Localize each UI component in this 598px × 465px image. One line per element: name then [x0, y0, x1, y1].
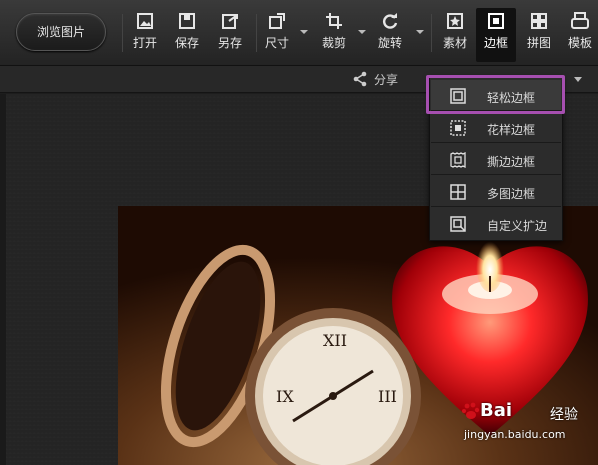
menu-item-multi-image-frame[interactable]: 多图边框	[431, 176, 561, 207]
rotate-dropdown-caret[interactable]	[416, 30, 424, 34]
open-button[interactable]: 打开	[126, 12, 164, 58]
size-label: 尺寸	[264, 36, 289, 50]
toolbar-separator	[431, 14, 432, 52]
material-label: 素材	[442, 36, 467, 50]
collage-label: 拼图	[526, 36, 551, 50]
template-button[interactable]: 模板	[561, 12, 598, 58]
resize-icon	[269, 13, 285, 29]
main-toolbar: 浏览图片 打开 保存 另存 尺寸 裁剪 旋转 素材 边框 拼图 模板	[0, 0, 598, 66]
watermark-brand: Bai	[480, 400, 513, 421]
multi-image-frame-icon	[450, 184, 466, 200]
rotate-label: 旋转	[377, 36, 402, 50]
crop-dropdown-caret[interactable]	[358, 30, 366, 34]
grid-icon	[531, 13, 547, 29]
menu-item-label: 多图边框	[487, 187, 536, 201]
menu-item-custom-extend[interactable]: 自定义扩边	[431, 208, 561, 239]
menu-item-label: 自定义扩边	[487, 219, 548, 233]
custom-extend-icon	[450, 216, 466, 232]
svg-text:III: III	[378, 387, 397, 406]
template-icon	[571, 12, 589, 29]
save-label: 保存	[174, 36, 199, 50]
menu-item-label: 花样边框	[487, 123, 536, 137]
open-image-icon	[137, 13, 153, 29]
share-button[interactable]: 分享	[352, 71, 398, 88]
pattern-frame-icon	[450, 120, 466, 136]
save-icon	[179, 13, 195, 29]
border-label: 边框	[483, 36, 508, 50]
menu-item-label: 撕边边框	[487, 155, 536, 169]
save-as-icon	[222, 14, 238, 29]
crop-button[interactable]: 裁剪	[315, 12, 353, 58]
border-button[interactable]: 边框	[476, 8, 516, 62]
selection-highlight-box	[426, 75, 565, 114]
size-button[interactable]: 尺寸	[258, 12, 296, 58]
more-dropdown-caret[interactable]	[574, 77, 582, 82]
menu-item-torn-frame[interactable]: 撕边边框	[431, 144, 561, 175]
watermark-brand-suffix: 经验	[550, 407, 578, 423]
open-label: 打开	[132, 36, 157, 50]
rotate-icon	[383, 13, 398, 29]
watermark-url: jingyan.baidu.com	[464, 428, 566, 441]
baidu-watermark: Bai 经验 jingyan.baidu.com	[458, 398, 598, 460]
svg-text:IX: IX	[276, 387, 294, 406]
toolbar-separator	[122, 14, 123, 52]
crop-icon	[326, 13, 342, 29]
collage-button[interactable]: 拼图	[520, 12, 558, 58]
size-dropdown-caret[interactable]	[300, 30, 308, 34]
share-label: 分享	[374, 73, 399, 87]
save-button[interactable]: 保存	[168, 12, 206, 58]
frame-icon	[488, 13, 504, 29]
star-icon	[447, 13, 463, 29]
torn-frame-icon	[450, 152, 466, 168]
material-button[interactable]: 素材	[436, 12, 474, 58]
crop-label: 裁剪	[321, 36, 346, 50]
template-label: 模板	[567, 36, 592, 50]
baidu-paw-icon	[462, 402, 480, 419]
save-as-label: 另存	[217, 36, 242, 50]
menu-item-pattern-frame[interactable]: 花样边框	[431, 112, 561, 143]
save-as-button[interactable]: 另存	[211, 12, 249, 58]
toolbar-separator	[256, 14, 257, 52]
rotate-button[interactable]: 旋转	[371, 12, 409, 58]
share-icon	[353, 71, 367, 87]
svg-text:XII: XII	[323, 331, 347, 350]
browse-images-button[interactable]: 浏览图片	[16, 13, 106, 51]
